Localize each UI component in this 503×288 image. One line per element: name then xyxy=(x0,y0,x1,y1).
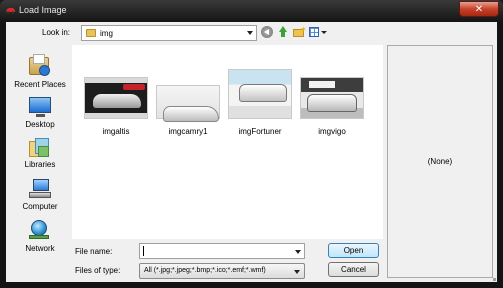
back-button[interactable] xyxy=(261,26,273,38)
preview-text: (None) xyxy=(427,157,453,166)
place-label: Libraries xyxy=(24,160,56,169)
dialog-body: Look in: img ✶ Recent Places Desktop Lib… xyxy=(6,22,497,282)
file-item[interactable]: imgFortuner xyxy=(228,69,292,136)
chevron-down-icon xyxy=(321,31,327,34)
folder-icon xyxy=(86,29,96,37)
place-label: Recent Places xyxy=(14,80,66,89)
place-label: Network xyxy=(25,244,55,253)
file-thumbnail xyxy=(156,85,220,122)
text-caret xyxy=(143,246,144,256)
file-thumbnail xyxy=(228,69,292,119)
file-item[interactable]: imgaltis xyxy=(84,77,148,136)
file-list[interactable]: imgaltis imgcamry1 imgFortuner imgvigo xyxy=(72,45,383,239)
up-folder-button[interactable] xyxy=(277,26,289,38)
window-title: Load Image xyxy=(19,5,67,15)
title-bar[interactable]: Load Image ✕ xyxy=(0,0,503,22)
app-car-icon xyxy=(6,8,15,14)
place-computer[interactable]: Computer xyxy=(9,173,71,215)
recent-places-icon xyxy=(29,54,50,76)
load-image-dialog: Load Image ✕ Look in: img ✶ Recent Place… xyxy=(0,0,503,288)
close-icon: ✕ xyxy=(474,3,484,15)
place-libraries[interactable]: Libraries xyxy=(9,133,71,173)
file-type-label: Files of type: xyxy=(75,266,121,275)
file-type-select[interactable]: All (*.jpg;*.jpeg;*.bmp;*.ico;*.emf;*.wm… xyxy=(139,263,305,279)
places-bar: Recent Places Desktop Libraries Computer xyxy=(9,45,71,275)
place-desktop[interactable]: Desktop xyxy=(9,93,71,133)
chevron-down-icon xyxy=(294,270,300,274)
view-menu-button[interactable] xyxy=(309,26,327,38)
close-button[interactable]: ✕ xyxy=(459,1,499,17)
new-folder-button[interactable]: ✶ xyxy=(293,25,307,38)
cancel-button[interactable]: Cancel xyxy=(328,262,379,277)
file-item[interactable]: imgvigo xyxy=(300,77,364,136)
computer-icon xyxy=(29,179,51,199)
file-name-label: File name: xyxy=(75,247,113,256)
file-type-value: All (*.jpg;*.jpeg;*.bmp;*.ico;*.emf;*.wm… xyxy=(144,267,266,274)
chevron-down-icon xyxy=(247,31,253,35)
desktop-icon xyxy=(29,97,51,117)
place-label: Desktop xyxy=(25,120,55,129)
look-in-dropdown[interactable]: img xyxy=(81,25,257,41)
network-icon xyxy=(29,220,49,240)
file-name: imgvigo xyxy=(318,127,346,136)
preview-pane: (None) xyxy=(387,45,493,278)
place-network[interactable]: Network xyxy=(9,215,71,257)
resize-grip[interactable] xyxy=(493,278,496,281)
open-button[interactable]: Open xyxy=(328,243,379,258)
place-label: Computer xyxy=(22,202,58,211)
file-name-input[interactable] xyxy=(139,243,305,259)
libraries-icon xyxy=(29,138,51,157)
view-menu-icon xyxy=(309,27,319,37)
place-recent-places[interactable]: Recent Places xyxy=(9,53,71,93)
file-thumbnail xyxy=(300,77,364,119)
look-in-label: Look in: xyxy=(42,28,71,37)
file-thumbnail xyxy=(84,77,148,119)
look-in-value: img xyxy=(100,29,113,38)
file-item[interactable]: imgcamry1 xyxy=(156,85,220,136)
chevron-down-icon[interactable] xyxy=(295,250,301,254)
